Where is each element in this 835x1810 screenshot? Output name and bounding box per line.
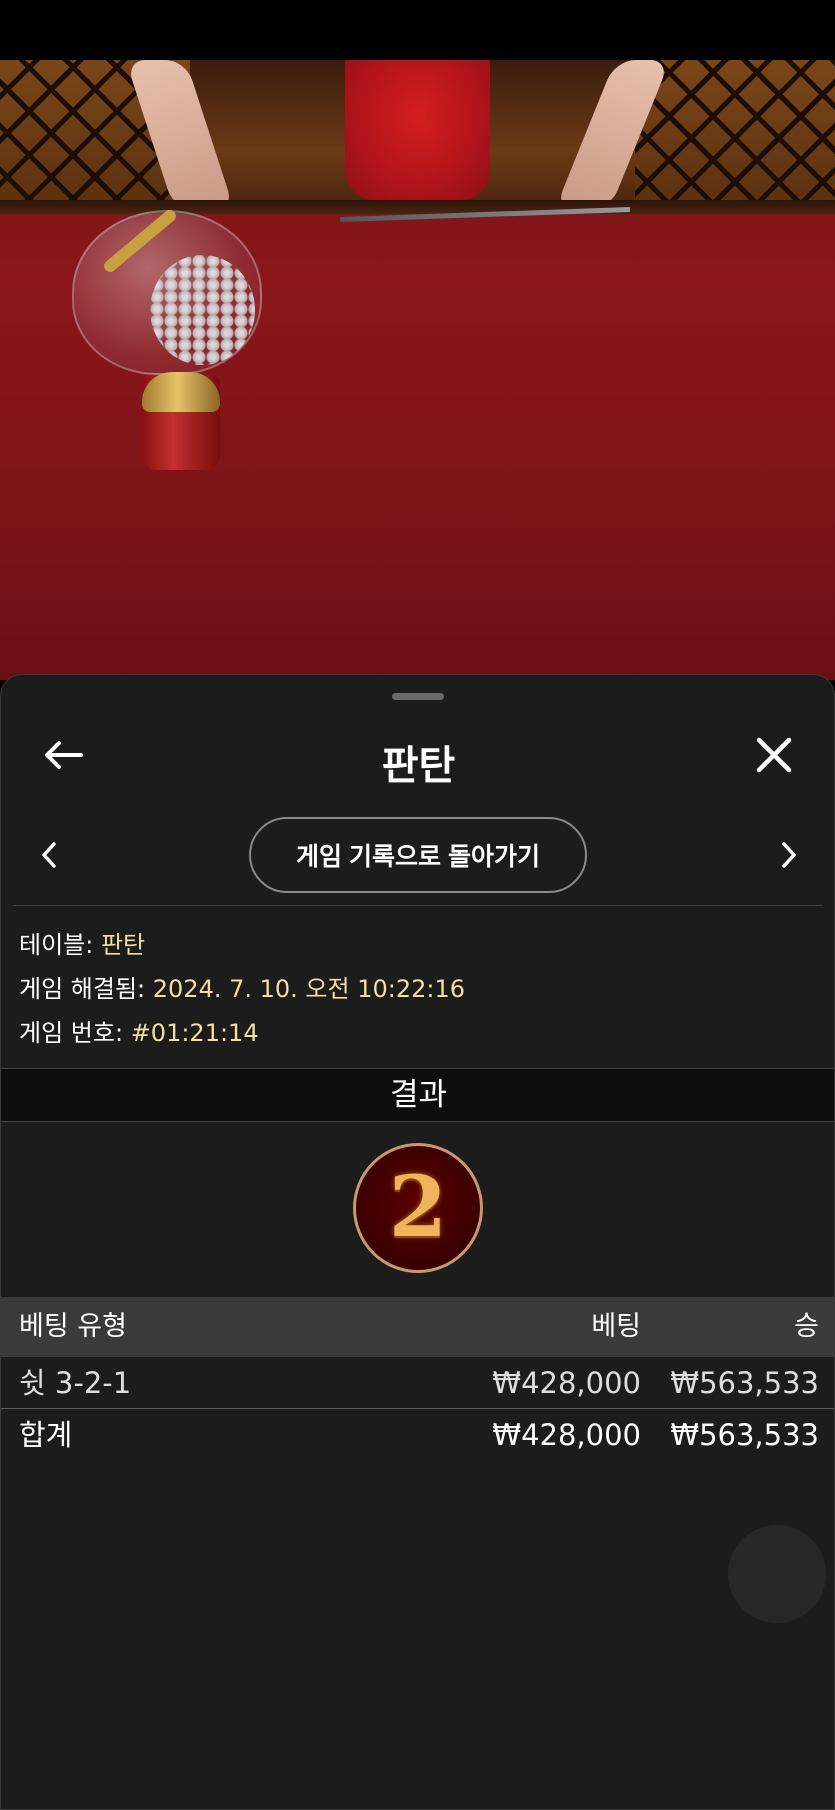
game-detail-sheet: 판탄 게임 기록으로 돌아가기 테이블: 판탄 게임 해결됨: 2024. 7.: [0, 674, 835, 1810]
table-total-row: 합계 ₩428,000 ₩563,533: [1, 1409, 834, 1461]
dealer-figure: [345, 60, 490, 200]
video-lattice-right: [635, 60, 835, 210]
game-number-label: 게임 번호:: [19, 1019, 124, 1047]
table-value: 판탄: [100, 931, 146, 959]
winning-number-badge: 2: [353, 1143, 483, 1273]
back-to-history-button[interactable]: 게임 기록으로 돌아가기: [249, 817, 587, 893]
next-game-button[interactable]: [769, 835, 809, 875]
table-rail: [0, 200, 835, 214]
game-info: 테이블: 판탄 게임 해결됨: 2024. 7. 10. 오전 10:22:16…: [19, 923, 465, 1055]
winning-number: 2: [388, 1156, 448, 1256]
table-info-row: 테이블: 판탄: [19, 923, 465, 967]
resolved-info-row: 게임 해결됨: 2024. 7. 10. 오전 10:22:16: [19, 967, 465, 1011]
table-label: 테이블:: [19, 931, 94, 959]
sheet-grabber[interactable]: [392, 693, 444, 700]
cup-top: [142, 372, 220, 412]
chevron-left-icon: [42, 842, 56, 868]
total-label: 합계: [19, 1418, 73, 1452]
divider: [13, 905, 823, 906]
row-bet-amount: ₩428,000: [492, 1366, 641, 1400]
table-header: 베팅 유형 베팅 승: [1, 1297, 834, 1357]
beads: [150, 255, 255, 365]
column-bet-type: 베팅 유형: [19, 1311, 127, 1342]
page-title: 판탄: [381, 743, 456, 789]
row-bet-type: 쉿 3-2-1: [19, 1366, 132, 1400]
bets-table: 베팅 유형 베팅 승 쉿 3-2-1 ₩428,000 ₩563,533 합계 …: [1, 1297, 834, 1461]
close-button[interactable]: [746, 727, 802, 783]
resolved-value: 2024. 7. 10. 오전 10:22:16: [152, 975, 466, 1003]
sheet-header: 판탄: [1, 715, 834, 795]
column-win: 승: [794, 1311, 819, 1342]
status-bar: [0, 0, 835, 60]
column-bet: 베팅: [591, 1311, 641, 1342]
history-navigation: 게임 기록으로 돌아가기: [1, 817, 834, 895]
total-win-amount: ₩563,533: [670, 1418, 819, 1452]
total-bet-amount: ₩428,000: [492, 1418, 641, 1452]
table-row: 쉿 3-2-1 ₩428,000 ₩563,533: [1, 1357, 834, 1409]
resolved-label: 게임 해결됨:: [19, 975, 146, 1003]
live-video: [0, 60, 835, 680]
results-heading: 결과: [1, 1068, 834, 1122]
chevron-right-icon: [782, 842, 796, 868]
game-number-value: #01:21:14: [130, 1019, 259, 1047]
close-icon: [756, 737, 792, 773]
game-number-info-row: 게임 번호: #01:21:14: [19, 1011, 465, 1055]
background-menu-ghost: [728, 1525, 826, 1623]
previous-game-button[interactable]: [29, 835, 69, 875]
row-win-amount: ₩563,533: [670, 1366, 819, 1400]
